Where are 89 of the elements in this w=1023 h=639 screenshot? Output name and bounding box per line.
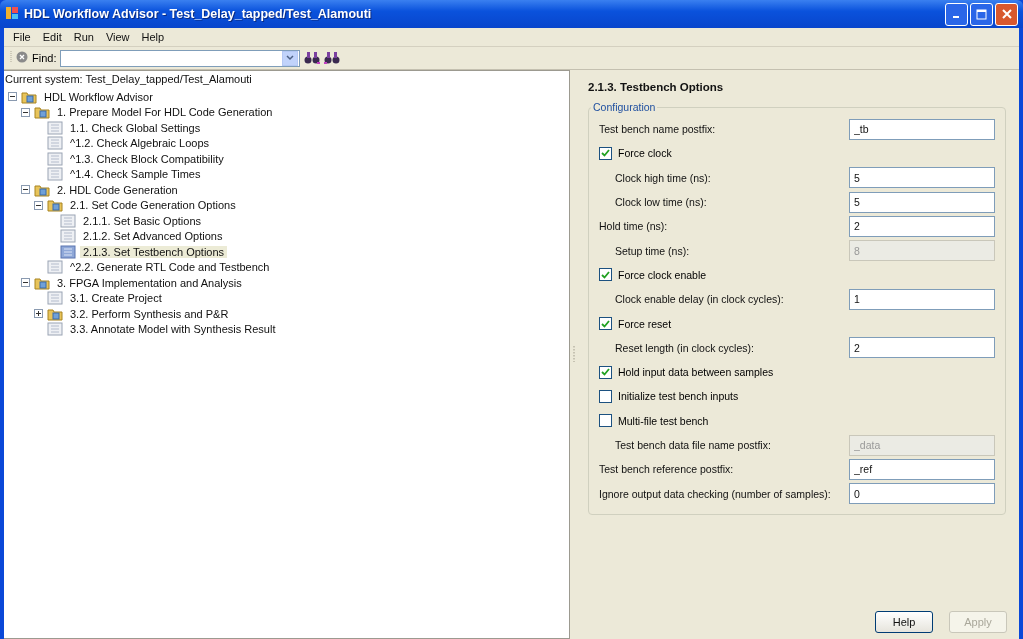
folder-icon <box>34 105 50 120</box>
input-field[interactable]: 5 <box>849 167 995 189</box>
tree-item[interactable]: 2.1.2. Set Advanced Options <box>80 230 226 243</box>
find-label: Find: <box>32 52 57 64</box>
find-field[interactable] <box>60 49 301 67</box>
document-icon <box>60 244 76 259</box>
field-label: Test bench reference postfix: <box>599 463 735 476</box>
tree-item[interactable]: ^1.4. Check Sample Times <box>67 168 204 181</box>
folder-icon <box>21 89 37 104</box>
field-label: Setup time (ns): <box>614 244 691 257</box>
tree-item[interactable]: 3. FPGA Implementation and Analysis <box>54 276 245 289</box>
field-label: Clock high time (ns): <box>614 171 712 184</box>
document-icon <box>47 167 63 182</box>
collapse-icon[interactable] <box>8 92 17 102</box>
document-icon <box>60 213 76 228</box>
maximize-icon[interactable] <box>970 2 993 26</box>
checkbox[interactable] <box>599 317 612 330</box>
input-field[interactable]: 5 <box>849 191 995 213</box>
tree-item[interactable]: 3.1. Create Project <box>67 292 165 305</box>
binoculars-icon[interactable] <box>324 50 341 66</box>
tree-item[interactable]: ^1.3. Check Block Compatibility <box>67 152 227 165</box>
document-icon <box>60 229 76 244</box>
folder-icon <box>47 198 63 213</box>
menu-item[interactable]: File <box>7 31 37 43</box>
field-label: Test bench data file name postfix: <box>614 439 772 451</box>
input-field[interactable]: 2 <box>849 337 995 359</box>
tree-item[interactable]: 3.2. Perform Synthesis and P&R <box>67 307 232 320</box>
tree-item[interactable]: 2.1. Set Code Generation Options <box>67 199 239 212</box>
document-icon <box>47 136 63 151</box>
folder-icon <box>34 182 50 197</box>
close-icon[interactable] <box>995 2 1018 26</box>
current-system-label: Current system: Test_Delay_tapped/Test_Alamouti <box>4 72 253 87</box>
field-label: Reset length (in clock cycles): <box>614 341 755 354</box>
menu-item[interactable]: Run <box>67 31 100 43</box>
checkbox[interactable] <box>599 268 612 282</box>
menu-item[interactable]: Edit <box>36 31 68 43</box>
checkbox-label: Force clock enable <box>618 268 707 281</box>
tree-item[interactable]: 2.1.3. Set Testbench Options <box>80 245 228 258</box>
menu-item[interactable]: Help <box>135 31 171 43</box>
checkbox-label: Multi-file test bench <box>618 414 709 427</box>
group-title: Configuration <box>592 101 657 113</box>
checkbox-label: Force clock <box>618 147 672 160</box>
tree-item[interactable]: 2. HDL Code Generation <box>54 183 181 196</box>
document-icon <box>47 322 63 337</box>
binoculars-icon[interactable] <box>304 50 321 66</box>
tree-item[interactable]: 1. Prepare Model For HDL Code Generation <box>54 106 276 119</box>
panel-title: 2.1.3. Testbench Options <box>588 81 725 93</box>
input-field[interactable]: 2 <box>849 215 995 237</box>
document-icon <box>47 151 63 166</box>
window-title: HDL Workflow Advisor - Test_Delay_tapped/Test_Alamouti <box>24 7 373 21</box>
collapse-icon[interactable] <box>34 200 43 210</box>
collapse-icon[interactable] <box>21 107 30 117</box>
app-icon <box>5 6 19 22</box>
field-label: Test bench name postfix: <box>599 123 717 136</box>
tree-item[interactable]: ^1.2. Check Algebraic Loops <box>67 137 213 150</box>
checkbox[interactable] <box>599 365 612 379</box>
field-label: Clock low time (ns): <box>614 196 708 209</box>
input-field[interactable]: 1 <box>849 288 995 310</box>
dropdown-icon[interactable] <box>282 50 299 66</box>
input-field[interactable]: _ref <box>849 458 995 480</box>
input-field[interactable]: 0 <box>849 483 995 505</box>
checkbox[interactable] <box>599 146 612 160</box>
input-field[interactable]: _tb <box>849 118 995 140</box>
expand-icon[interactable] <box>34 309 43 319</box>
checkbox[interactable] <box>599 414 612 428</box>
dialog-button[interactable]: Help <box>875 611 933 633</box>
tree-item[interactable]: 3.3. Annotate Model with Synthesis Result <box>67 323 279 336</box>
folder-icon <box>34 275 50 290</box>
field-label: Ignore output data checking (number of samples): <box>599 487 832 500</box>
tree-item[interactable]: ^2.2. Generate RTL Code and Testbench <box>67 261 273 274</box>
checkbox-label: Initialize test bench inputs <box>618 390 739 403</box>
document-icon <box>47 291 63 306</box>
checkbox-label: Force reset <box>618 317 672 330</box>
field-label: Clock enable delay (in clock cycles): <box>614 293 785 306</box>
menu-item[interactable]: View <box>99 31 136 43</box>
field-label: Hold time (ns): <box>599 220 669 233</box>
checkbox-label: Hold input data between samples <box>618 366 774 379</box>
tree-item[interactable]: HDL Workflow Advisor <box>41 90 156 103</box>
document-icon <box>47 260 63 275</box>
folder-icon <box>47 306 63 321</box>
document-icon <box>47 120 63 135</box>
splitter-handle[interactable] <box>573 345 575 364</box>
checkbox[interactable] <box>599 389 612 403</box>
tree-item[interactable]: 1.1. Check Global Settings <box>67 121 204 134</box>
clear-icon[interactable] <box>16 51 28 65</box>
collapse-icon[interactable] <box>21 185 30 195</box>
tree-item[interactable]: 2.1.1. Set Basic Options <box>80 214 204 227</box>
minimize-icon[interactable] <box>945 2 968 26</box>
collapse-icon[interactable] <box>21 278 30 288</box>
